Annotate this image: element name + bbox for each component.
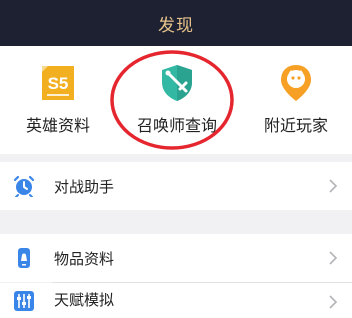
quick-item-nearby-players[interactable]: 附近玩家: [246, 46, 346, 154]
menu-item-label: 对战助手: [54, 177, 115, 196]
alarm-clock-icon: [12, 174, 36, 198]
app-header: 发现: [0, 0, 352, 46]
menu-item-label: 物品资料: [54, 249, 115, 268]
menu-item-talent-simulator[interactable]: 天赋模拟: [0, 283, 352, 318]
quick-item-label: 附近玩家: [263, 116, 328, 135]
chevron-right-icon: [329, 251, 338, 265]
quick-item-hero-info[interactable]: S5 英雄资料: [8, 46, 108, 154]
s5-badge-icon: S5: [36, 63, 80, 103]
sliders-icon: [12, 289, 36, 313]
menu-item-battle-assistant[interactable]: 对战助手: [0, 162, 352, 210]
chevron-right-icon: [329, 179, 338, 193]
chevron-right-icon: [329, 295, 338, 309]
page-title: 发现: [158, 15, 194, 36]
location-pin-icon: [274, 63, 318, 103]
phone-bag-icon: [12, 246, 36, 270]
s5-badge-text: S5: [48, 74, 69, 93]
quick-item-label: 英雄资料: [25, 116, 90, 135]
menu-item-label: 天赋模拟: [54, 291, 115, 309]
highlight-ring: [110, 50, 234, 150]
menu-item-item-info[interactable]: 物品资料: [0, 234, 352, 282]
